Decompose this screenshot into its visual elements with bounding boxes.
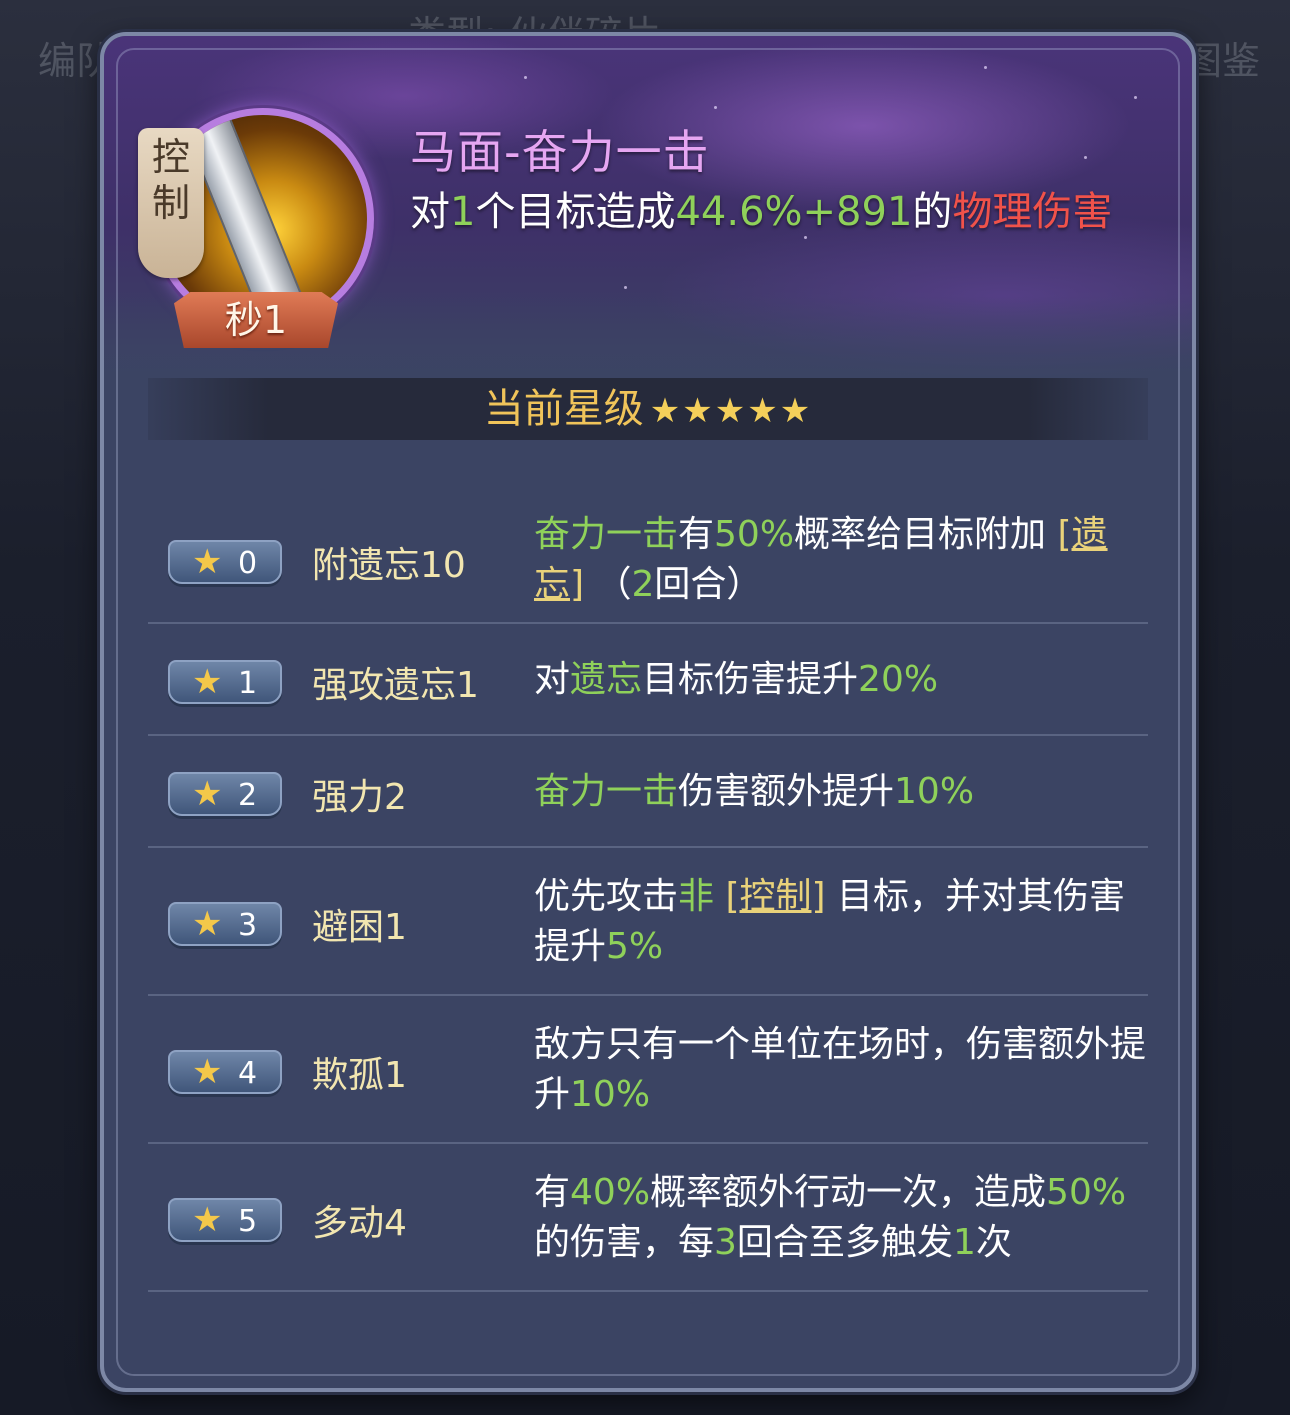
desc-segment: 1: [952, 1222, 976, 1263]
star-icon: ★: [192, 1200, 223, 1240]
star-level-badge: ★ 2: [168, 772, 282, 816]
desc-segment: 优先攻击: [534, 876, 679, 917]
trait-row: ★ 2 强力2 奋力一击伤害额外提升10%: [148, 736, 1148, 848]
star-icon: ★: [192, 542, 223, 582]
trait-description: 有40%概率额外行动一次，造成50% 的伤害，每3回合至多触发1次: [534, 1168, 1146, 1268]
desc-segment: 50%: [714, 514, 795, 555]
trait-name: 强攻遗忘1: [312, 665, 479, 706]
trait-description: 优先攻击非 [控制] 目标，并对其伤害提升5%: [534, 872, 1146, 972]
desc-segment: 10%: [894, 771, 975, 812]
star-level-number: 1: [238, 666, 258, 701]
desc-segment: 概率给目标附加: [794, 514, 1058, 555]
star-level-badge: ★ 1: [168, 660, 282, 704]
star-icon: ★: [192, 1052, 223, 1092]
desc-segment: 回合至多触发: [736, 1222, 953, 1263]
star-icon: ★: [192, 904, 223, 944]
desc-segment: 有: [678, 514, 715, 555]
keyword-link[interactable]: [控制]: [725, 876, 825, 917]
desc-segment: 奋力一击: [534, 514, 679, 555]
star-level-number: 4: [238, 1056, 258, 1091]
trait-name: 附遗忘10: [312, 545, 466, 586]
trait-name: 避困1: [312, 907, 407, 948]
desc-segment: 目标伤害提升: [642, 659, 859, 700]
desc-segment: （: [584, 564, 632, 605]
desc-segment: 3: [714, 1222, 737, 1263]
trait-row: ★ 4 欺孤1 敌方只有一个单位在场时，伤害额外提升10%: [148, 996, 1148, 1144]
trait-row: ★ 1 强攻遗忘1 对遗忘目标伤害提升20%: [148, 624, 1148, 736]
star-icon: ★: [192, 662, 223, 702]
cooldown-ribbon: 秒1: [174, 292, 338, 348]
desc-segment: 2: [631, 564, 655, 605]
skill-type-tag: 控制: [138, 128, 204, 278]
skill-description: 对1个目标造成44.6%+891的物理伤害: [410, 189, 1113, 235]
desc-segment: 奋力一击: [534, 771, 679, 812]
trait-description: 奋力一击伤害额外提升10%: [534, 767, 1146, 817]
star-level-number: 5: [238, 1204, 258, 1239]
star-level-badge: ★ 0: [168, 540, 282, 584]
trait-row: ★ 0 附遗忘10 奋力一击有50%概率给目标附加 [遗忘] （2回合）: [148, 496, 1148, 624]
current-star-banner: 当前星级 ★★★★★: [148, 378, 1148, 440]
desc-segment: 对: [534, 659, 571, 700]
desc-segment: 10%: [570, 1074, 651, 1115]
trait-name: 强力2: [312, 777, 407, 818]
skill-detail-popup: 控制 秒1 马面-奋力一击 对1个目标造成44.6%+891的物理伤害 当前星级…: [100, 32, 1196, 1392]
skill-name: 马面-奋力一击: [410, 125, 710, 179]
desc-segment: 伤害额外提升: [678, 771, 895, 812]
desc-segment: 的伤害，每: [534, 1222, 715, 1263]
star-level-badge: ★ 5: [168, 1198, 282, 1242]
star-level-number: 0: [238, 546, 258, 581]
star-level-number: 3: [238, 908, 258, 943]
star-level-badge: ★ 4: [168, 1050, 282, 1094]
desc-segment: 回合）: [654, 564, 763, 605]
current-star-label: 当前星级: [483, 386, 644, 432]
trait-description: 奋力一击有50%概率给目标附加 [遗忘] （2回合）: [534, 510, 1146, 610]
trait-row: ★ 5 多动4 有40%概率额外行动一次，造成50%的伤害，每3回合至多触发1次: [148, 1144, 1148, 1292]
trait-row: ★ 3 避困1 优先攻击非 [控制] 目标，并对其伤害提升5%: [148, 848, 1148, 996]
desc-segment: 20%: [858, 659, 939, 700]
desc-segment: 概率额外行动一次，造成: [650, 1172, 1047, 1213]
desc-segment: 次: [975, 1222, 1012, 1263]
star-trait-list: ★ 0 附遗忘10 奋力一击有50%概率给目标附加 [遗忘] （2回合） ★ 1 强攻遗忘1…: [148, 496, 1148, 1292]
star-level-number: 2: [238, 778, 258, 813]
trait-name: 欺孤1: [312, 1055, 407, 1096]
trait-description: 敌方只有一个单位在场时，伤害额外提升10%: [534, 1020, 1146, 1120]
desc-segment: 5%: [606, 926, 664, 967]
star-level-badge: ★ 3: [168, 902, 282, 946]
desc-segment: 遗忘: [570, 659, 643, 700]
star-rating-icons: ★★★★★: [649, 391, 813, 431]
desc-segment: 50%: [1046, 1172, 1127, 1213]
trait-name: 多动4: [312, 1203, 407, 1244]
desc-segment: 40%: [570, 1172, 651, 1213]
star-icon: ★: [192, 774, 223, 814]
desc-segment: 非: [678, 876, 726, 917]
trait-description: 对遗忘目标伤害提升20%: [534, 655, 1146, 705]
desc-segment: 有: [534, 1172, 571, 1213]
